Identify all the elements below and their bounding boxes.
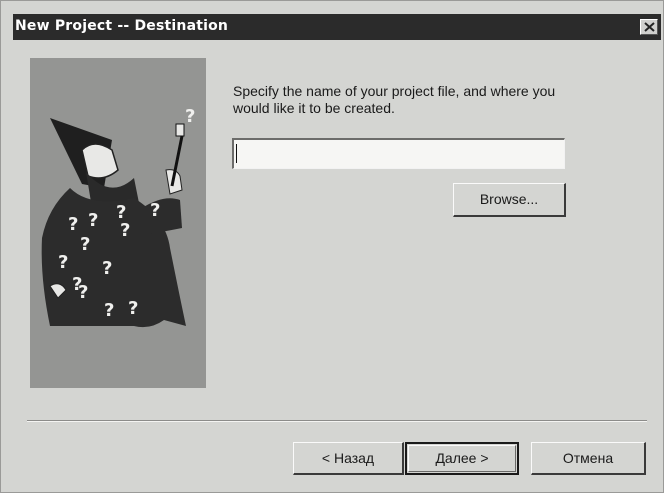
cancel-button-label: Отмена: [562, 450, 614, 466]
wizard-face: [81, 143, 119, 179]
question-mark: ?: [68, 214, 78, 235]
question-mark: ?: [185, 106, 195, 127]
text-caret: [236, 144, 237, 163]
close-icon: [644, 22, 655, 32]
title-bar: New Project -- Destination: [13, 14, 661, 40]
instruction-text: Specify the name of your project file, a…: [233, 83, 556, 116]
question-mark: ?: [102, 258, 112, 279]
cancel-button[interactable]: Отмена: [531, 442, 646, 475]
question-mark: ?: [88, 210, 98, 231]
new-project-dialog: New Project -- Destination ? ? ? ? ? ? ?…: [0, 0, 664, 493]
close-button[interactable]: [640, 19, 658, 35]
question-mark: ?: [78, 282, 88, 303]
question-mark: ?: [150, 200, 160, 221]
browse-button-label: Browse...: [479, 191, 539, 207]
wizard-illustration: ? ? ? ? ? ? ? ? ? ? ? ? ?: [30, 58, 206, 388]
next-button[interactable]: Далее >: [405, 442, 519, 475]
question-mark: ?: [104, 300, 114, 321]
question-mark: ?: [120, 220, 130, 241]
back-button-label: < Назад: [321, 450, 375, 466]
browse-button[interactable]: Browse...: [453, 183, 566, 217]
separator-highlight: [27, 421, 647, 422]
question-mark: ?: [80, 234, 90, 255]
wizard-arm: [142, 198, 182, 234]
back-button[interactable]: < Назад: [293, 442, 404, 475]
question-mark: ?: [58, 252, 68, 273]
next-button-label: Далее >: [435, 450, 489, 466]
project-name-input[interactable]: [232, 138, 565, 169]
window-title: New Project -- Destination: [15, 18, 229, 34]
question-mark: ?: [128, 298, 138, 319]
